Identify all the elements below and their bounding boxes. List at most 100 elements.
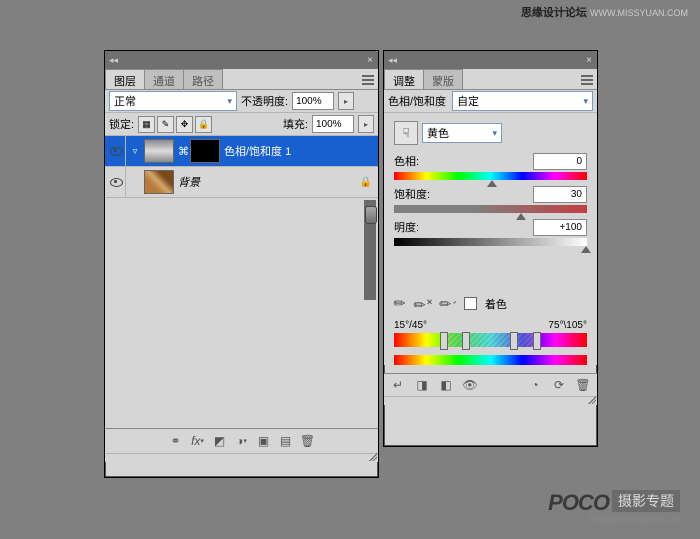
- adjust-bottom-bar: ↵ ◨ ◧ 👁 ◔ ⟳ 🗑: [384, 373, 597, 396]
- eyedropper-row: ✎ ✎+ ✎- 着色: [394, 294, 587, 314]
- panel-menu-icon[interactable]: [362, 73, 374, 85]
- lock-label: 锁定:: [109, 116, 134, 132]
- opacity-scrub-icon[interactable]: ▸: [338, 92, 354, 110]
- lightness-slider-group: 明度: +100: [394, 219, 587, 246]
- adjustment-thumb-icon[interactable]: [144, 139, 174, 163]
- lock-all-icon[interactable]: 🔒: [195, 116, 212, 133]
- layers-titlebar[interactable]: ◂◂ ×: [105, 51, 378, 69]
- layer-row-background[interactable]: 背景 🔒: [105, 167, 378, 198]
- preset-value: 自定: [457, 93, 479, 109]
- collapse-icon[interactable]: ◂◂: [107, 55, 120, 66]
- chevron-down-icon: ▾: [583, 96, 588, 107]
- layer-list-empty: [105, 198, 378, 428]
- layer-style-icon[interactable]: fx▾: [190, 433, 206, 449]
- saturation-slider-group: 饱和度: 30: [394, 186, 587, 213]
- expand-view-icon[interactable]: ◨: [414, 377, 430, 393]
- visibility-eye-icon[interactable]: [110, 178, 123, 187]
- toggle-visibility-icon[interactable]: 👁: [462, 377, 478, 393]
- new-layer-icon[interactable]: ▤: [278, 433, 294, 449]
- layer-list: ▿ ⌘ 色相/饱和度 1 背景 🔒: [105, 136, 378, 428]
- preset-dropdown[interactable]: 自定 ▾: [452, 91, 593, 111]
- colorize-label: 着色: [485, 296, 507, 312]
- layer-name[interactable]: 背景: [178, 174, 200, 190]
- adjust-body: ☟ 黄色 ▾ 色相: 0 饱和度: 30 明度: +100: [384, 113, 597, 365]
- panel-menu-icon[interactable]: [581, 73, 593, 85]
- close-icon[interactable]: ×: [583, 55, 595, 66]
- lock-paint-icon[interactable]: ✎: [157, 116, 174, 133]
- layer-row-adjustment[interactable]: ▿ ⌘ 色相/饱和度 1: [105, 136, 378, 167]
- collapse-icon[interactable]: ◂◂: [386, 55, 399, 66]
- expand-icon[interactable]: ▿: [130, 146, 140, 157]
- eyedropper-icon[interactable]: ✎: [390, 294, 410, 314]
- preset-row: 色相/饱和度 自定 ▾: [384, 90, 597, 113]
- layers-tabbar: 图层 通道 路径: [105, 69, 378, 90]
- clip-to-layer-icon[interactable]: ◧: [438, 377, 454, 393]
- eyedropper-add-icon[interactable]: ✎+: [409, 290, 436, 317]
- lock-transparent-icon[interactable]: ▦: [138, 116, 155, 133]
- tab-masks[interactable]: 蒙版: [423, 69, 463, 89]
- blend-mode-value: 正常: [114, 93, 136, 109]
- adjust-title: 色相/饱和度: [388, 93, 446, 109]
- layer-mask-thumb-icon[interactable]: [190, 139, 220, 163]
- tab-paths[interactable]: 路径: [183, 69, 223, 89]
- new-adjustment-icon[interactable]: ◑▾: [234, 433, 250, 449]
- fill-label: 填充:: [283, 116, 308, 132]
- range-right-label: 75°\105°: [548, 320, 587, 331]
- chain-link-icon[interactable]: ⌘: [178, 145, 186, 158]
- return-icon[interactable]: ↵: [390, 377, 406, 393]
- chevron-down-icon: ▾: [492, 128, 497, 139]
- watermark-top: 思缘设计论坛 WWW.MISSYUAN.COM: [521, 4, 688, 20]
- channel-value: 黄色: [427, 125, 449, 141]
- adjust-titlebar[interactable]: ◂◂ ×: [384, 51, 597, 69]
- link-layers-icon[interactable]: ⚭: [168, 433, 184, 449]
- scrollbar[interactable]: [364, 200, 376, 300]
- chevron-down-icon: ▾: [227, 96, 232, 107]
- targeted-adjust-icon[interactable]: ☟: [394, 121, 418, 145]
- resize-grip-icon[interactable]: [384, 396, 597, 405]
- layers-panel: ◂◂ × 图层 通道 路径 正常 ▾ 不透明度: 100% ▸ 锁定: ▦ ✎ …: [104, 50, 379, 478]
- fill-input[interactable]: 100%: [312, 115, 354, 133]
- eyedropper-subtract-icon[interactable]: ✎-: [436, 291, 461, 316]
- saturation-label: 饱和度:: [394, 186, 430, 203]
- close-icon[interactable]: ×: [364, 55, 376, 66]
- adjustments-panel: ◂◂ × 调整 蒙版 色相/饱和度 自定 ▾ ☟ 黄色 ▾ 色相: 0: [383, 50, 598, 447]
- image-thumb-icon[interactable]: [144, 170, 174, 194]
- opacity-label: 不透明度:: [241, 93, 288, 109]
- saturation-input[interactable]: 30: [533, 186, 587, 203]
- layers-bottom-bar: ⚭ fx▾ ◩ ◑▾ ▣ ▤ 🗑: [105, 428, 378, 453]
- visibility-eye-icon[interactable]: [110, 147, 123, 156]
- add-mask-icon[interactable]: ◩: [212, 433, 228, 449]
- previous-state-icon[interactable]: ◔: [527, 377, 543, 393]
- hue-input[interactable]: 0: [533, 153, 587, 170]
- opacity-input[interactable]: 100%: [292, 92, 334, 110]
- new-group-icon[interactable]: ▣: [256, 433, 272, 449]
- saturation-slider[interactable]: [394, 205, 587, 213]
- channel-dropdown[interactable]: 黄色 ▾: [422, 123, 502, 143]
- lightness-input[interactable]: +100: [533, 219, 587, 236]
- resize-grip-icon[interactable]: [105, 453, 378, 462]
- range-left-label: 15°/45°: [394, 320, 427, 331]
- watermark-bottom: POCO 摄影专题 http://photo.poco.cn/: [548, 490, 680, 525]
- hue-label: 色相:: [394, 153, 419, 170]
- blend-mode-dropdown[interactable]: 正常 ▾: [109, 91, 237, 111]
- range-labels: 15°/45° 75°\105°: [394, 320, 587, 331]
- tab-channels[interactable]: 通道: [144, 69, 184, 89]
- fill-scrub-icon[interactable]: ▸: [358, 115, 374, 133]
- tab-layers[interactable]: 图层: [105, 69, 145, 89]
- color-strip: [394, 355, 587, 365]
- lock-fill-row: 锁定: ▦ ✎ ✥ 🔒 填充: 100% ▸: [105, 113, 378, 136]
- scrollbar-thumb[interactable]: [365, 206, 377, 224]
- delete-adjustment-icon[interactable]: 🗑: [575, 377, 591, 393]
- reset-icon[interactable]: ⟳: [551, 377, 567, 393]
- layer-name[interactable]: 色相/饱和度 1: [224, 143, 291, 159]
- delete-layer-icon[interactable]: 🗑: [300, 433, 316, 449]
- adjust-tabbar: 调整 蒙版: [384, 69, 597, 90]
- lightness-slider[interactable]: [394, 238, 587, 246]
- tab-adjustments[interactable]: 调整: [384, 69, 424, 89]
- colorize-checkbox[interactable]: [464, 297, 477, 310]
- lock-indicator-icon: 🔒: [360, 177, 372, 188]
- color-range-slider[interactable]: [394, 333, 587, 347]
- hue-slider[interactable]: [394, 172, 587, 180]
- hue-slider-group: 色相: 0: [394, 153, 587, 180]
- lock-move-icon[interactable]: ✥: [176, 116, 193, 133]
